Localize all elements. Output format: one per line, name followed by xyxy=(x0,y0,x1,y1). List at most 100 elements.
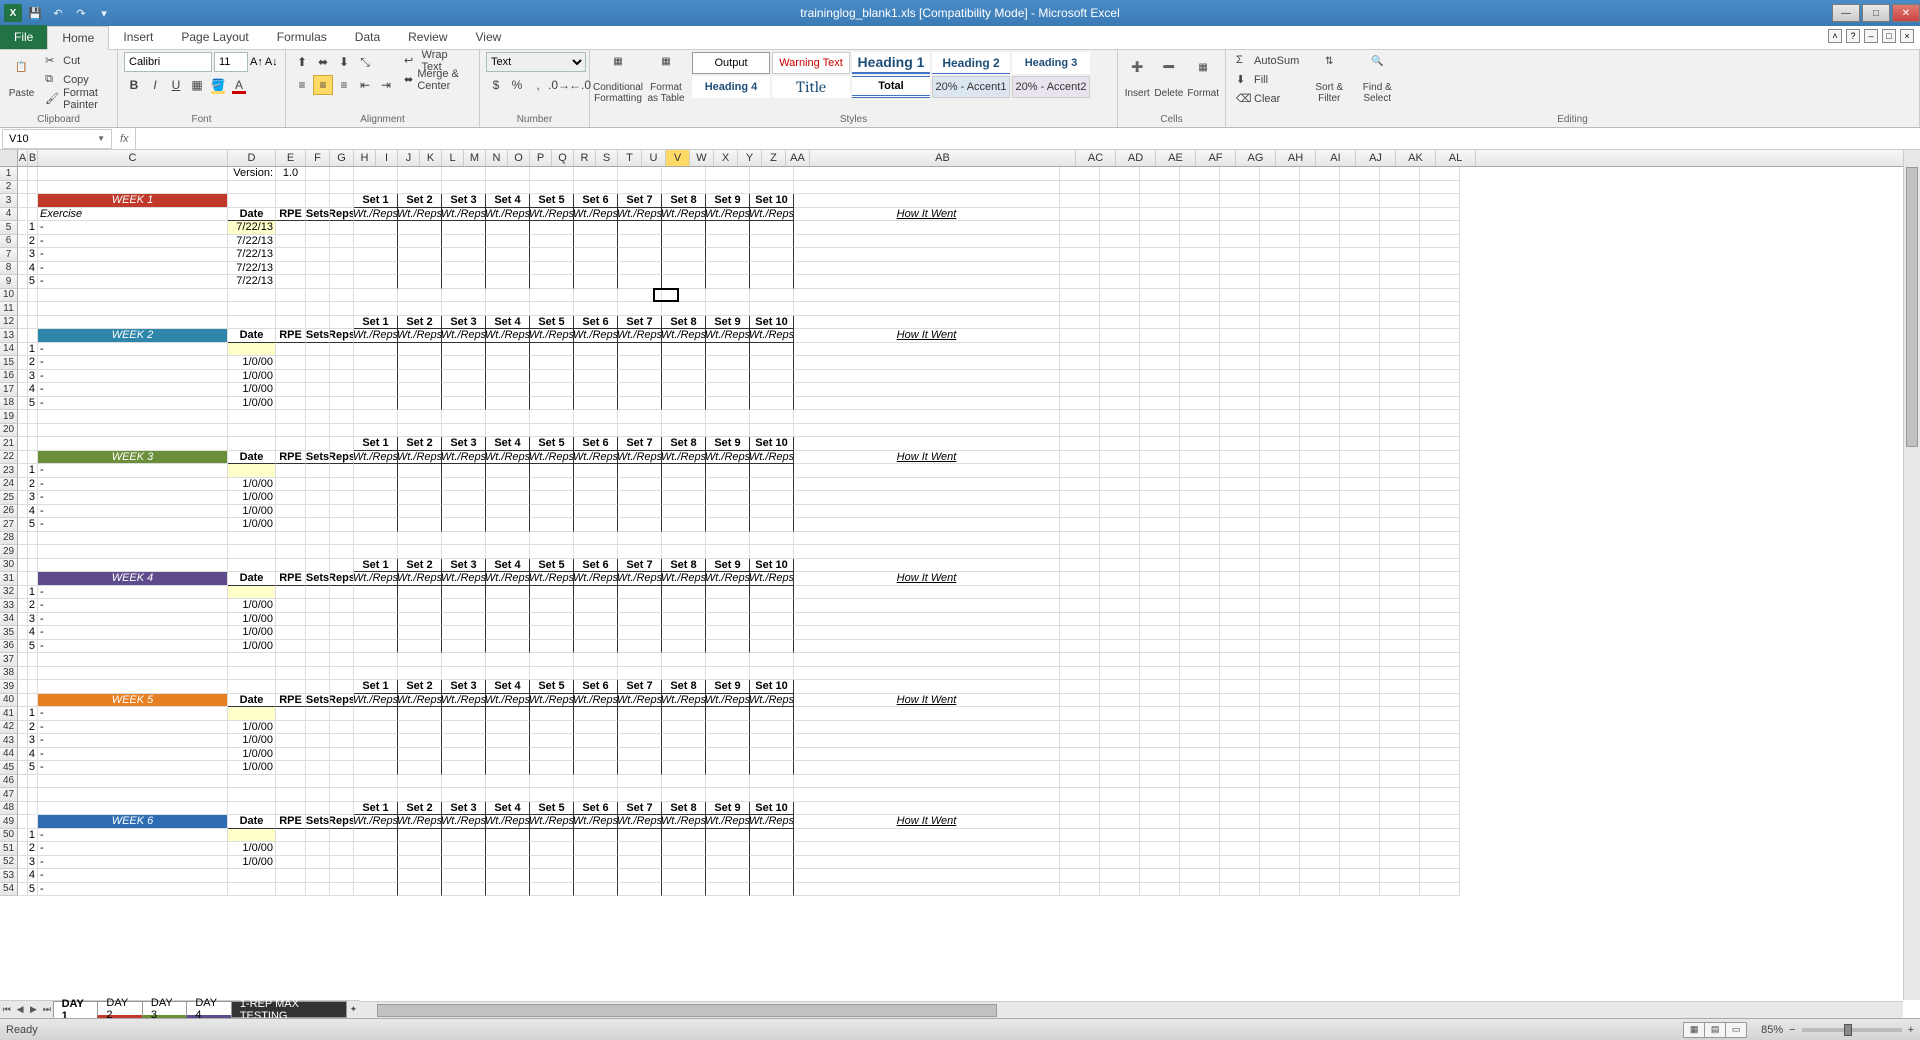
cell[interactable] xyxy=(706,491,750,505)
cell[interactable] xyxy=(442,721,486,735)
cell[interactable] xyxy=(706,518,750,532)
col-header-AK[interactable]: AK xyxy=(1396,150,1436,166)
cell[interactable] xyxy=(1380,221,1420,235)
cell[interactable] xyxy=(1380,667,1420,681)
cell[interactable] xyxy=(486,262,530,276)
view-break-icon[interactable]: ▭ xyxy=(1725,1022,1747,1038)
cell[interactable] xyxy=(276,586,306,600)
cell[interactable] xyxy=(1140,640,1180,654)
cell[interactable] xyxy=(1140,545,1180,559)
cell[interactable] xyxy=(1140,599,1180,613)
cell[interactable] xyxy=(1300,829,1340,843)
cell[interactable] xyxy=(794,370,1060,384)
cell[interactable] xyxy=(750,613,794,627)
cell[interactable] xyxy=(1140,302,1180,316)
cell[interactable]: 2 xyxy=(28,721,38,735)
cell[interactable] xyxy=(1100,815,1140,829)
cell[interactable] xyxy=(1180,788,1220,802)
cell[interactable] xyxy=(574,181,618,195)
cell[interactable] xyxy=(28,167,38,181)
cell[interactable] xyxy=(442,424,486,438)
cell[interactable] xyxy=(330,464,354,478)
cell[interactable] xyxy=(1340,397,1380,411)
cell[interactable] xyxy=(662,275,706,289)
cell[interactable] xyxy=(1220,491,1260,505)
cell[interactable] xyxy=(18,383,28,397)
cell[interactable] xyxy=(1300,397,1340,411)
cell[interactable] xyxy=(618,721,662,735)
cell[interactable] xyxy=(442,289,486,303)
cell[interactable] xyxy=(398,275,442,289)
cell[interactable] xyxy=(706,586,750,600)
cell[interactable] xyxy=(18,424,28,438)
cell[interactable]: 1/0/00 xyxy=(228,761,276,775)
cell[interactable] xyxy=(442,262,486,276)
cell[interactable] xyxy=(530,383,574,397)
cell[interactable]: Sets xyxy=(306,694,330,708)
cell[interactable] xyxy=(662,383,706,397)
help-icon[interactable]: ? xyxy=(1846,29,1860,43)
new-sheet-icon[interactable]: ✦ xyxy=(347,1004,360,1015)
cell[interactable] xyxy=(276,775,306,789)
cell[interactable] xyxy=(398,302,442,316)
cell[interactable] xyxy=(28,181,38,195)
cell[interactable] xyxy=(486,707,530,721)
cell[interactable] xyxy=(442,491,486,505)
cell[interactable]: Set 5 xyxy=(530,316,574,330)
sheet-tab-day2[interactable]: DAY 2 xyxy=(97,1001,142,1018)
format-cells-button[interactable]: ▦Format xyxy=(1187,52,1219,108)
cell[interactable] xyxy=(1380,869,1420,883)
cell[interactable] xyxy=(276,262,306,276)
cell[interactable] xyxy=(1380,842,1420,856)
cell[interactable] xyxy=(276,788,306,802)
cell[interactable] xyxy=(398,707,442,721)
cell[interactable] xyxy=(1180,599,1220,613)
cell[interactable] xyxy=(530,505,574,519)
sheet-tab-day4[interactable]: DAY 4 xyxy=(186,1001,231,1018)
font-name-select[interactable] xyxy=(124,52,212,72)
cell[interactable]: - xyxy=(38,221,228,235)
cell[interactable] xyxy=(354,464,398,478)
tab-view[interactable]: View xyxy=(462,25,516,49)
cell[interactable] xyxy=(1100,802,1140,816)
cell[interactable] xyxy=(750,167,794,181)
cell[interactable] xyxy=(1140,329,1180,343)
cell[interactable] xyxy=(1300,383,1340,397)
cell[interactable]: Version: xyxy=(228,167,276,181)
cell[interactable] xyxy=(530,181,574,195)
cell[interactable]: How It Went xyxy=(794,208,1060,222)
row-header[interactable]: 43 xyxy=(0,734,18,748)
cell[interactable] xyxy=(1340,613,1380,627)
cell[interactable] xyxy=(1420,856,1460,870)
cell[interactable] xyxy=(442,478,486,492)
cell[interactable] xyxy=(1260,667,1300,681)
cell[interactable] xyxy=(574,653,618,667)
style-accent1[interactable]: 20% - Accent1 xyxy=(932,76,1010,98)
row-header[interactable]: 2 xyxy=(0,181,18,195)
cell[interactable] xyxy=(530,356,574,370)
cell[interactable] xyxy=(1420,275,1460,289)
cell[interactable] xyxy=(442,856,486,870)
cell[interactable] xyxy=(1420,559,1460,573)
cell[interactable] xyxy=(706,410,750,424)
cell[interactable] xyxy=(1220,815,1260,829)
cell[interactable] xyxy=(1300,599,1340,613)
cell[interactable] xyxy=(794,262,1060,276)
cell[interactable] xyxy=(706,640,750,654)
cell[interactable] xyxy=(1060,802,1100,816)
cell[interactable] xyxy=(1220,532,1260,546)
cell[interactable] xyxy=(28,329,38,343)
cell[interactable] xyxy=(442,221,486,235)
cell[interactable] xyxy=(228,343,276,357)
cell[interactable] xyxy=(1060,869,1100,883)
cell[interactable] xyxy=(306,221,330,235)
cell[interactable]: Wt./Reps xyxy=(618,329,662,343)
cell[interactable] xyxy=(750,181,794,195)
cell[interactable] xyxy=(228,289,276,303)
week-band[interactable]: WEEK 1 xyxy=(38,194,228,208)
cell[interactable] xyxy=(1140,734,1180,748)
cell[interactable] xyxy=(1380,464,1420,478)
redo-icon[interactable]: ↷ xyxy=(71,3,91,23)
row-header[interactable]: 7 xyxy=(0,248,18,262)
cell[interactable] xyxy=(486,653,530,667)
